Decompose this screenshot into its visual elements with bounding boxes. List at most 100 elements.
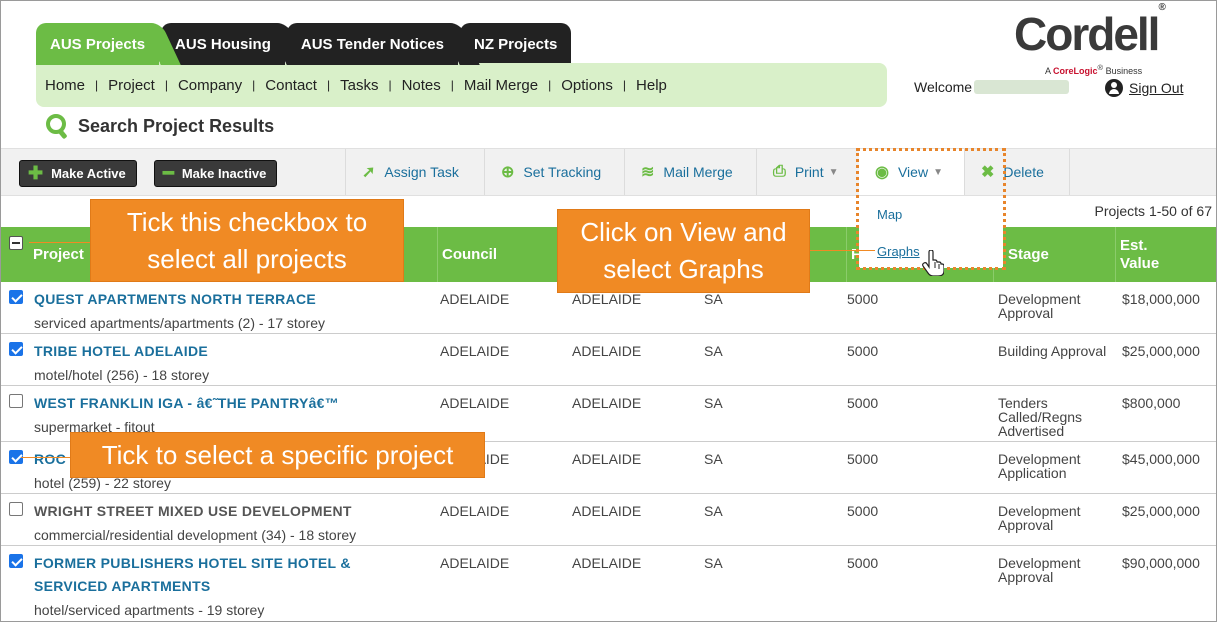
make-active-label: Make Active (51, 166, 126, 181)
print-button[interactable]: ⎙ Print ▼ (756, 149, 857, 195)
stage-cell: Development Approval (998, 291, 1081, 321)
col-est-value-line2: Value (1120, 254, 1160, 272)
value-cell: $800,000 (1122, 395, 1181, 411)
row-checkbox[interactable] (9, 290, 23, 304)
brand-name: Cordell (1014, 8, 1160, 60)
town-cell: ADELAIDE (572, 395, 642, 411)
project-description: hotel/serviced apartments - 19 storey (34, 602, 265, 618)
layers-icon: ≋ (641, 164, 655, 181)
tab-aus-tender-notices[interactable]: AUS Tender Notices (286, 23, 458, 65)
redacted-username (974, 80, 1069, 94)
project-name-link[interactable]: WEST FRANKLIN IGA - â€˜THE PANTRYâ€™ (34, 392, 339, 415)
callout-view-graphs: Click on View and select Graphs (557, 209, 810, 293)
project-description: serviced apartments/apartments (2) - 17 … (34, 315, 326, 331)
nav-contact[interactable]: Contact (265, 77, 317, 94)
stage-cell: Development Application (998, 451, 1081, 481)
project-name-link[interactable]: TRIBE HOTEL ADELAIDE (34, 340, 208, 363)
set-tracking-label: Set Tracking (523, 164, 602, 180)
row-checkbox[interactable] (9, 342, 23, 356)
nav-mail-merge[interactable]: Mail Merge (464, 77, 538, 94)
council-cell: ADELAIDE (440, 503, 510, 519)
town-cell: ADELAIDE (572, 503, 642, 519)
col-stage[interactable]: Stage (993, 227, 1115, 282)
postcode-cell: 5000 (847, 503, 879, 519)
tab-aus-housing[interactable]: AUS Housing (161, 23, 285, 65)
state-cell: SA (704, 343, 723, 359)
project-name-link[interactable]: ROC (34, 448, 66, 471)
value-cell: $18,000,000 (1122, 291, 1200, 307)
value-cell: $25,000,000 (1122, 343, 1200, 359)
col-est-value[interactable]: Est. Value (1115, 227, 1216, 282)
postcode-cell: 5000 (847, 395, 879, 411)
postcode-cell: 5000 (847, 343, 879, 359)
nav-separator: | (252, 78, 256, 92)
state-cell: SA (704, 503, 723, 519)
search-icon (45, 113, 67, 139)
table-row: FORMER PUBLISHERS HOTEL SITE HOTEL & SER… (1, 546, 1216, 622)
nav-home[interactable]: Home (45, 77, 85, 94)
nav-separator: | (326, 78, 331, 92)
make-inactive-button[interactable]: ━ Make Inactive (154, 160, 278, 187)
chevron-down-icon: ▼ (828, 166, 839, 178)
arrow-up-right-icon: ➚ (362, 164, 376, 181)
postcode-cell: 5000 (847, 555, 879, 571)
nav-options[interactable]: Options (561, 77, 613, 94)
crosshair-icon: ⊕ (501, 164, 515, 181)
cordell-logo: Cordell® (1014, 2, 1166, 61)
town-cell: ADELAIDE (572, 291, 642, 307)
project-description: commercial/residential development (34) … (34, 527, 357, 543)
sign-out-label: Sign Out (1129, 80, 1184, 96)
nav-separator: | (622, 78, 627, 92)
row-checkbox[interactable] (9, 554, 23, 568)
printer-icon: ⎙ (773, 163, 786, 180)
tab-aus-projects[interactable]: AUS Projects (36, 23, 160, 65)
table-row: TRIBE HOTEL ADELAIDE motel/hotel (256) -… (1, 334, 1216, 386)
nav-separator: | (548, 78, 552, 92)
col-est-value-line1: Est. (1120, 236, 1148, 254)
nav-notes[interactable]: Notes (402, 77, 441, 94)
callout-leader (21, 457, 71, 458)
callout-select-all: Tick this checkbox to select all project… (90, 199, 404, 282)
postcode-cell: 5000 (847, 291, 879, 307)
value-cell: $25,000,000 (1122, 503, 1200, 519)
nav-project[interactable]: Project (108, 77, 155, 94)
page-title-text: Search Project Results (78, 115, 275, 136)
nav-company[interactable]: Company (178, 77, 242, 94)
minus-icon: ━ (163, 163, 174, 183)
nav-help[interactable]: Help (636, 77, 667, 94)
assign-task-label: Assign Task (384, 164, 459, 180)
corelogic-tagline: A CoreLogic® Business (1045, 63, 1143, 76)
nav-separator: | (450, 78, 454, 92)
select-all-checkbox[interactable] (9, 236, 23, 250)
nav-separator: | (95, 78, 99, 92)
row-checkbox[interactable] (9, 502, 23, 516)
mail-merge-label: Mail Merge (663, 164, 733, 180)
mail-merge-button[interactable]: ≋ Mail Merge (624, 149, 756, 195)
set-tracking-button[interactable]: ⊕ Set Tracking (484, 149, 624, 195)
project-name-link[interactable]: FORMER PUBLISHERS HOTEL SITE HOTEL & SER… (34, 552, 424, 598)
corelogic-name: CoreLogic (1053, 66, 1098, 76)
town-cell: ADELAIDE (572, 555, 642, 571)
assign-task-button[interactable]: ➚ Assign Task (345, 149, 484, 195)
make-active-button[interactable]: ✚ Make Active (19, 160, 137, 187)
project-description: motel/hotel (256) - 18 storey (34, 367, 210, 383)
row-checkbox[interactable] (9, 394, 23, 408)
value-cell: $90,000,000 (1122, 555, 1200, 571)
council-cell: ADELAIDE (440, 343, 510, 359)
main-nav: Home | Project | Company | Contact | Tas… (36, 63, 887, 107)
product-tabs: AUS Projects AUS Housing AUS Tender Noti… (36, 23, 573, 65)
council-cell: ADELAIDE (440, 291, 510, 307)
nav-tasks[interactable]: Tasks (340, 77, 378, 94)
state-cell: SA (704, 291, 723, 307)
project-name-link[interactable]: QUEST APARTMENTS NORTH TERRACE (34, 288, 316, 311)
project-name-link[interactable]: WRIGHT STREET MIXED USE DEVELOPMENT (34, 500, 352, 523)
council-cell: ADELAIDE (440, 555, 510, 571)
council-cell: ADELAIDE (440, 395, 510, 411)
tagline-prefix: A (1045, 66, 1051, 76)
town-cell: ADELAIDE (572, 343, 642, 359)
action-toolbar: ✚ Make Active ━ Make Inactive ➚ Assign T… (1, 148, 1216, 196)
sign-out-link[interactable]: Sign Out (1105, 79, 1183, 97)
nav-separator: | (164, 78, 168, 92)
table-row: WRIGHT STREET MIXED USE DEVELOPMENT comm… (1, 494, 1216, 546)
stage-cell: Tenders Called/Regns Advertised (998, 395, 1083, 439)
